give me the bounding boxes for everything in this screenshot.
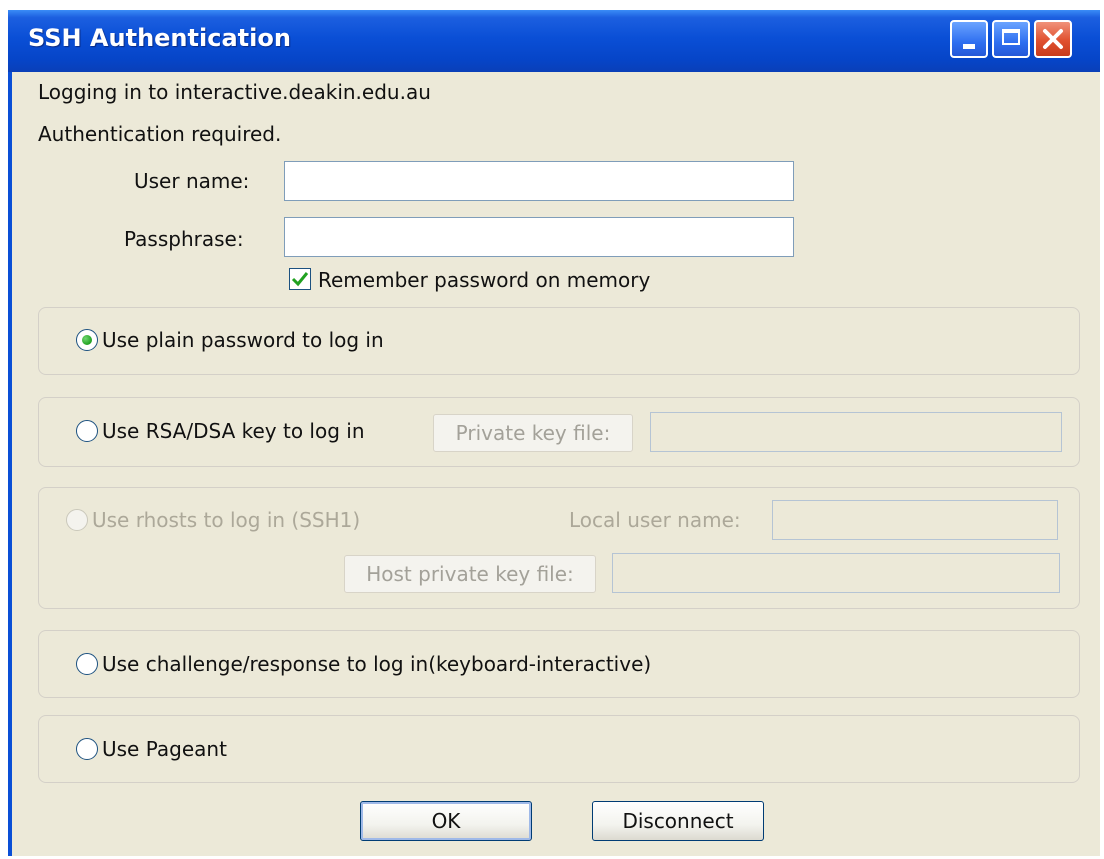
minimize-button[interactable] (950, 20, 988, 58)
rsa-key-label[interactable]: Use RSA/DSA key to log in (102, 419, 365, 443)
private-key-file-input[interactable] (651, 413, 1061, 451)
rhosts-label: Use rhosts to log in (SSH1) (92, 508, 361, 532)
host-private-key-file-input (613, 554, 1059, 592)
window-title: SSH Authentication (28, 24, 291, 52)
checkmark-icon (291, 272, 309, 287)
username-label: User name: (134, 169, 250, 193)
passphrase-field[interactable] (284, 217, 794, 257)
username-input[interactable] (285, 162, 793, 200)
passphrase-input[interactable] (285, 218, 793, 256)
rhosts-radio (66, 509, 88, 531)
title-bar[interactable]: SSH Authentication (8, 10, 1100, 72)
plain-password-radio[interactable] (76, 329, 98, 351)
maximize-button[interactable] (992, 20, 1030, 58)
host-private-key-file-button: Host private key file: (344, 555, 596, 593)
local-user-name-input (773, 501, 1057, 539)
close-button[interactable] (1034, 20, 1072, 58)
challenge-response-label[interactable]: Use challenge/response to log in(keyboar… (102, 652, 651, 676)
plain-password-label[interactable]: Use plain password to log in (102, 328, 384, 352)
auth-required-text: Authentication required. (38, 122, 282, 146)
host-private-key-file-field (612, 553, 1060, 593)
maximize-icon (1002, 29, 1020, 45)
close-icon (1043, 29, 1063, 49)
disconnect-button[interactable]: Disconnect (592, 801, 764, 841)
pageant-label[interactable]: Use Pageant (102, 737, 227, 761)
rsa-key-radio[interactable] (76, 420, 98, 442)
local-user-name-label: Local user name: (569, 508, 741, 532)
logging-in-text: Logging in to interactive.deakin.edu.au (38, 80, 431, 104)
passphrase-label: Passphrase: (124, 227, 244, 251)
remember-checkbox[interactable] (289, 268, 311, 290)
local-user-name-field (772, 500, 1058, 540)
minimize-icon (963, 44, 975, 49)
pageant-radio[interactable] (76, 738, 98, 760)
private-key-file-field[interactable] (650, 412, 1062, 452)
private-key-file-button[interactable]: Private key file: (433, 414, 633, 452)
challenge-response-radio[interactable] (76, 653, 98, 675)
remember-label: Remember password on memory (318, 268, 651, 292)
ok-button[interactable]: OK (360, 801, 532, 841)
username-field[interactable] (284, 161, 794, 201)
